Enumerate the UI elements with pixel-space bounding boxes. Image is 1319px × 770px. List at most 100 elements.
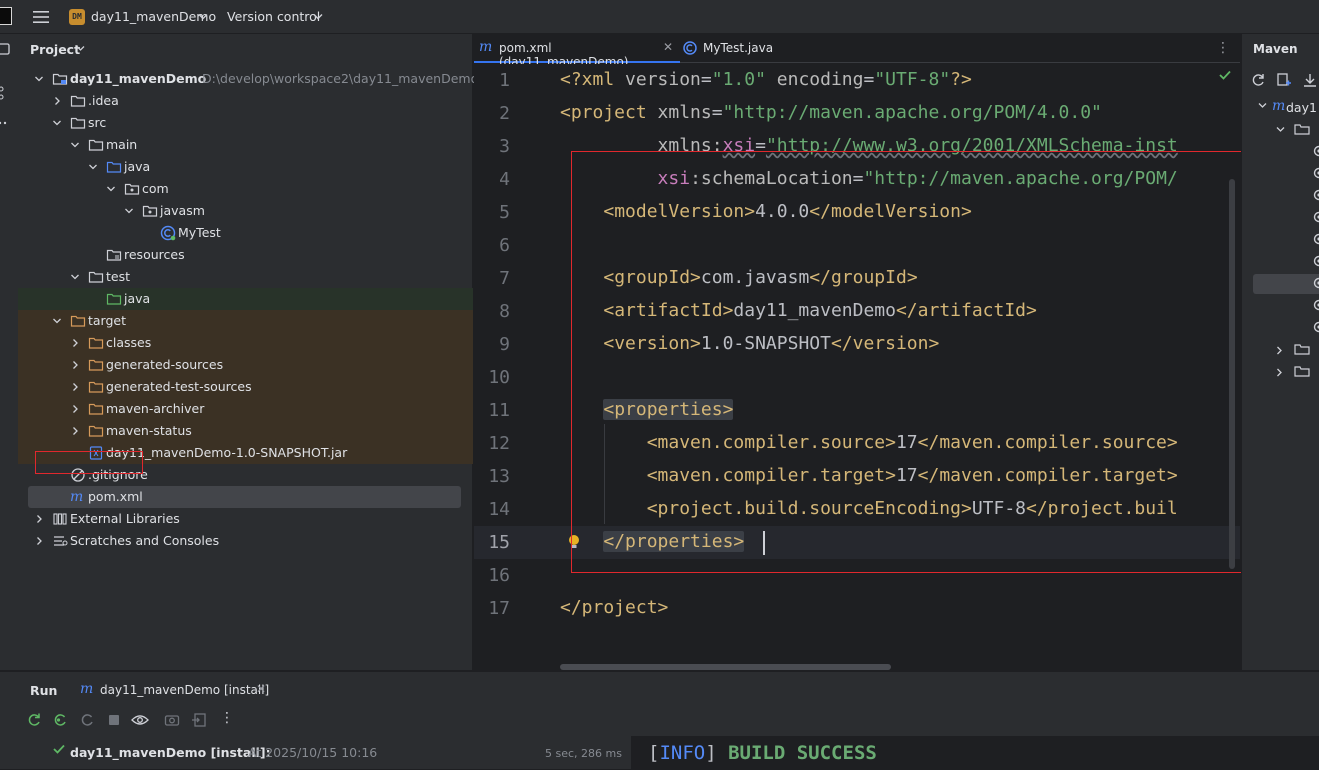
gear-icon[interactable] bbox=[1312, 188, 1319, 202]
more-icon[interactable]: ⋮ bbox=[1216, 40, 1230, 56]
line-number: 14 bbox=[474, 499, 510, 520]
tree-item-label: java bbox=[124, 159, 150, 174]
chevron-down-icon[interactable] bbox=[88, 162, 98, 172]
gear-icon[interactable] bbox=[1312, 320, 1319, 334]
project-panel: Project day11_mavenDemoD:\develop\worksp… bbox=[18, 34, 473, 670]
chevron-down-icon[interactable] bbox=[198, 13, 208, 21]
chevron-right-icon[interactable] bbox=[70, 338, 80, 348]
tree-item[interactable]: .idea bbox=[18, 90, 473, 112]
tree-item-label: maven-status bbox=[106, 423, 192, 438]
tree-item[interactable]: java bbox=[18, 288, 473, 310]
project-tool-icon[interactable] bbox=[0, 42, 11, 56]
version-control-menu[interactable]: Version control bbox=[227, 9, 320, 24]
tree-item[interactable]: classes bbox=[18, 332, 473, 354]
chevron-down-icon[interactable] bbox=[52, 316, 62, 326]
line-number: 9 bbox=[474, 334, 510, 355]
gear-icon[interactable] bbox=[1312, 232, 1319, 246]
chevron-down-icon[interactable] bbox=[70, 272, 80, 282]
project-panel-title[interactable]: Project bbox=[30, 42, 80, 57]
tree-item[interactable]: java bbox=[18, 156, 473, 178]
chevron-down-icon[interactable] bbox=[1258, 102, 1267, 109]
gear-icon[interactable] bbox=[1312, 254, 1319, 268]
gear-icon[interactable] bbox=[1312, 276, 1319, 290]
chevron-right-icon[interactable] bbox=[1276, 368, 1283, 377]
chevron-down-icon[interactable] bbox=[76, 45, 85, 52]
repositories-folder-icon[interactable] bbox=[1294, 364, 1310, 378]
download-icon[interactable] bbox=[1302, 72, 1318, 88]
folder-module-icon bbox=[52, 71, 68, 87]
maven-root-label[interactable]: day1 bbox=[1286, 100, 1317, 115]
excluded-folder-icon bbox=[70, 313, 86, 329]
gear-icon[interactable] bbox=[1312, 298, 1319, 312]
refresh-icon[interactable] bbox=[1250, 72, 1266, 88]
check-icon[interactable] bbox=[1219, 70, 1231, 80]
tree-item[interactable]: target bbox=[18, 310, 473, 332]
console-output[interactable]: [INFO] BUILD SUCCESS bbox=[631, 736, 1319, 770]
tree-item[interactable]: src bbox=[18, 112, 473, 134]
chevron-down-icon[interactable] bbox=[70, 140, 80, 150]
more-tools-icon[interactable] bbox=[0, 116, 11, 130]
chevron-right-icon[interactable] bbox=[70, 426, 80, 436]
rerun-icon[interactable] bbox=[26, 712, 42, 728]
export-icon[interactable] bbox=[191, 712, 207, 728]
tree-item[interactable]: resources bbox=[18, 244, 473, 266]
tree-item[interactable]: Scratches and Consoles bbox=[18, 530, 473, 552]
chevron-down-icon[interactable] bbox=[313, 13, 323, 21]
chevron-right-icon[interactable] bbox=[70, 360, 80, 370]
tree-item[interactable]: maven-status bbox=[18, 420, 473, 442]
maven-panel-title: Maven bbox=[1253, 42, 1298, 56]
package-icon bbox=[142, 203, 158, 219]
more-icon[interactable]: ⋮ bbox=[220, 710, 234, 726]
gear-icon[interactable] bbox=[1312, 166, 1319, 180]
maven-icon: m bbox=[479, 39, 492, 55]
console-line: [INFO] BUILD SUCCESS bbox=[648, 742, 877, 764]
close-icon[interactable]: ✕ bbox=[663, 40, 673, 54]
run-tab-label: day11_mavenDemo [install] bbox=[100, 683, 269, 697]
main-menu-icon[interactable] bbox=[32, 8, 50, 26]
class-icon bbox=[160, 225, 176, 241]
tree-item[interactable]: MyTest bbox=[18, 222, 473, 244]
tree-item-label: com bbox=[142, 181, 169, 196]
horizontal-scrollbar[interactable] bbox=[560, 664, 891, 670]
chevron-down-icon[interactable] bbox=[124, 206, 134, 216]
tree-item[interactable]: test bbox=[18, 266, 473, 288]
run-tree: day11_mavenDemo [install]: At 2025/10/15… bbox=[0, 736, 630, 770]
tree-item[interactable]: External Libraries bbox=[18, 508, 473, 530]
project-badge[interactable]: DM bbox=[69, 9, 85, 25]
chevron-right-icon[interactable] bbox=[34, 514, 44, 524]
tree-item[interactable]: main bbox=[18, 134, 473, 156]
chevron-right-icon[interactable] bbox=[70, 404, 80, 414]
chevron-down-icon[interactable] bbox=[106, 184, 116, 194]
chevron-right-icon[interactable] bbox=[52, 96, 62, 106]
run-panel-title[interactable]: Run bbox=[30, 683, 57, 698]
tree-item[interactable]: maven-archiver bbox=[18, 398, 473, 420]
tree-item[interactable]: day11_mavenDemoD:\develop\workspace2\day… bbox=[18, 68, 473, 90]
chevron-down-icon[interactable] bbox=[1276, 126, 1285, 133]
stop-icon[interactable] bbox=[106, 712, 122, 728]
chevron-right-icon[interactable] bbox=[1276, 346, 1283, 355]
plugins-folder-icon[interactable] bbox=[1294, 342, 1310, 356]
tree-item[interactable]: generated-test-sources bbox=[18, 376, 473, 398]
tree-item-label: src bbox=[88, 115, 106, 130]
app-icon[interactable] bbox=[0, 7, 12, 25]
add-project-icon[interactable] bbox=[1276, 72, 1292, 88]
run-tree-item[interactable]: day11_mavenDemo [install]: bbox=[70, 745, 271, 760]
chevron-right-icon[interactable] bbox=[34, 536, 44, 546]
chevron-down-icon[interactable] bbox=[52, 118, 62, 128]
tree-item[interactable]: javasm bbox=[18, 200, 473, 222]
tree-item[interactable]: mpom.xml bbox=[28, 486, 461, 508]
rerun-disabled-icon[interactable] bbox=[79, 712, 95, 728]
camera-icon[interactable] bbox=[164, 712, 180, 728]
structure-tool-icon[interactable] bbox=[0, 86, 11, 100]
gear-icon[interactable] bbox=[1312, 210, 1319, 224]
eye-icon[interactable] bbox=[131, 712, 149, 728]
rerun-failed-icon[interactable] bbox=[52, 712, 68, 728]
gear-icon[interactable] bbox=[1312, 144, 1319, 158]
close-icon[interactable]: ✕ bbox=[256, 682, 266, 696]
tab-pom-xml[interactable]: m pom.xml (day11_mavenDemo) ✕ bbox=[474, 34, 680, 63]
chevron-right-icon[interactable] bbox=[70, 382, 80, 392]
chevron-down-icon[interactable] bbox=[34, 74, 44, 84]
tree-item[interactable]: com bbox=[18, 178, 473, 200]
tree-item[interactable]: generated-sources bbox=[18, 354, 473, 376]
source-folder-icon bbox=[106, 159, 122, 175]
